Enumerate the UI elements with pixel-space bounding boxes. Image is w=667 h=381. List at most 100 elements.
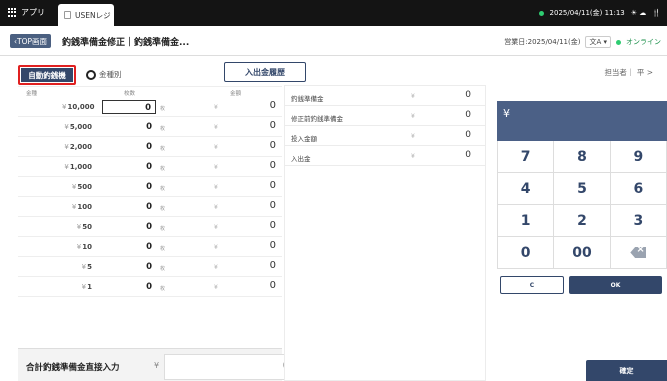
amount-currency: ¥ <box>214 264 218 271</box>
summary-value: 0 <box>465 90 471 100</box>
denomination-label: ¥500 <box>62 183 92 191</box>
table-row: ¥2,000 0 枚 ¥0 <box>18 137 282 157</box>
count-input[interactable]: 0 <box>102 220 156 234</box>
key-9[interactable]: 9 <box>610 141 667 173</box>
document-icon <box>64 11 71 19</box>
apps-label: アプリ <box>21 8 45 17</box>
amount-value: 0 <box>269 260 276 271</box>
denomination-value: 1 <box>87 283 92 291</box>
history-button[interactable]: 入出金履歴 <box>224 62 306 82</box>
key-6[interactable]: 6 <box>610 173 667 205</box>
page-title: 釣銭準備金修正｜釣銭準備金... <box>62 38 190 48</box>
header-status: 営業日:2025/04/11(金) 文A ▾ オンライン <box>504 36 661 48</box>
key-00[interactable]: 00 <box>554 237 611 269</box>
count-unit: 枚 <box>160 146 166 152</box>
amount-value: 0 <box>269 120 276 131</box>
staff-selector[interactable]: 担当者｜ 平 > <box>604 67 653 78</box>
app-header: ‹ TOP画面 釣銭準備金修正｜釣銭準備金... 営業日:2025/04/11(… <box>0 26 667 56</box>
summary-currency: ¥ <box>411 153 415 160</box>
denomination-table: 金種 枚数 金額 ¥10,000 0 枚 ¥0 ¥5,000 0 枚 ¥0 ¥2,000 0 枚 ¥0… <box>18 86 282 351</box>
count-unit: 枚 <box>160 166 166 172</box>
summary-row: 釣銭準備金 ¥0 <box>285 86 485 106</box>
table-row: ¥1 0 枚 ¥0 <box>18 277 282 297</box>
amount-currency: ¥ <box>214 124 218 131</box>
key-4[interactable]: 4 <box>498 173 555 205</box>
denomination-label: ¥10 <box>62 243 92 251</box>
summary-label: 釣銭準備金 <box>291 95 324 103</box>
denomination-radio[interactable]: 金種別 <box>86 69 122 80</box>
language-select[interactable]: 文A ▾ <box>585 36 611 48</box>
denomination-value: 5 <box>87 263 92 271</box>
currency-symbol: ¥ <box>64 143 69 151</box>
denomination-value: 5,000 <box>69 123 92 131</box>
radio-icon <box>86 69 96 80</box>
amount-currency: ¥ <box>214 244 218 251</box>
amount-value: 0 <box>269 200 276 211</box>
key-8[interactable]: 8 <box>554 141 611 173</box>
count-input[interactable]: 0 <box>102 160 156 174</box>
system-bar: アプリ USENレジ 2025/04/11(金) 11:13 ☀ ☁ 🍴 <box>0 0 667 26</box>
denomination-value: 50 <box>82 223 92 231</box>
count-input[interactable]: 0 <box>102 140 156 154</box>
key-5[interactable]: 5 <box>554 173 611 205</box>
back-label: TOP画面 <box>17 36 48 46</box>
summary-currency: ¥ <box>411 93 415 100</box>
key-1[interactable]: 1 <box>498 205 555 237</box>
count-input[interactable]: 0 <box>102 100 156 114</box>
count-unit: 枚 <box>160 186 166 192</box>
ok-button[interactable]: OK <box>569 276 662 294</box>
datetime: 2025/04/11(金) 11:13 <box>549 9 625 17</box>
count-unit: 枚 <box>160 246 166 252</box>
denomination-label: ¥5 <box>62 263 92 271</box>
count-unit: 枚 <box>160 106 166 112</box>
auto-change-machine-button[interactable]: 自動釣銭機 <box>18 65 76 85</box>
back-button[interactable]: ‹ TOP画面 <box>10 34 52 48</box>
total-direct-input-row: 合計釣銭準備金直接入力 ¥ 0 <box>18 348 298 381</box>
denomination-radio-label: 金種別 <box>99 70 122 79</box>
keypad-display: ¥ <box>497 101 667 141</box>
denomination-label: ¥10,000 <box>62 103 95 111</box>
denomination-label: ¥50 <box>62 223 92 231</box>
summary-row: 修正前釣銭準備金 ¥0 <box>285 106 485 126</box>
column-header-amount: 金額 <box>230 91 242 97</box>
tab-usen-register[interactable]: USENレジ <box>58 4 114 26</box>
count-input[interactable]: 0 <box>102 280 156 294</box>
table-row: ¥100 0 枚 ¥0 <box>18 197 282 217</box>
count-input[interactable]: 0 <box>102 120 156 134</box>
denomination-label: ¥100 <box>62 203 92 211</box>
backspace-key[interactable] <box>610 237 667 269</box>
count-input[interactable]: 0 <box>102 260 156 274</box>
confirm-button[interactable]: 確定 <box>586 360 667 381</box>
denomination-label: ¥2,000 <box>62 143 92 151</box>
key-2[interactable]: 2 <box>554 205 611 237</box>
table-row: ¥10 0 枚 ¥0 <box>18 237 282 257</box>
amount-currency: ¥ <box>214 204 218 211</box>
count-input[interactable]: 0 <box>102 240 156 254</box>
amount-value: 0 <box>269 280 276 291</box>
summary-label: 入出金 <box>291 155 311 163</box>
key-3[interactable]: 3 <box>610 205 667 237</box>
total-currency: ¥ <box>154 361 160 370</box>
count-input[interactable]: 0 <box>102 180 156 194</box>
count-unit: 枚 <box>160 266 166 272</box>
backspace-icon <box>630 247 647 258</box>
key-0[interactable]: 0 <box>498 237 555 269</box>
count-unit: 枚 <box>160 286 166 292</box>
numeric-keypad: ¥ 789456123000 C OK <box>497 101 667 301</box>
amount-value: 0 <box>269 160 276 171</box>
amount-value: 0 <box>269 220 276 231</box>
key-7[interactable]: 7 <box>498 141 555 173</box>
clear-button[interactable]: C <box>500 276 564 294</box>
denomination-value: 100 <box>77 203 92 211</box>
count-input[interactable]: 0 <box>102 200 156 214</box>
language-label: 文A <box>589 38 602 46</box>
table-row: ¥50 0 枚 ¥0 <box>18 217 282 237</box>
summary-currency: ¥ <box>411 133 415 140</box>
count-unit: 枚 <box>160 226 166 232</box>
store-icon[interactable]: 🍴 <box>652 9 661 17</box>
apps-launcher[interactable]: アプリ <box>8 7 45 18</box>
total-input[interactable]: 0 <box>164 354 298 380</box>
apps-grid-icon <box>8 8 17 17</box>
currency-symbol: ¥ <box>71 183 77 191</box>
denomination-value: 10,000 <box>67 103 95 111</box>
